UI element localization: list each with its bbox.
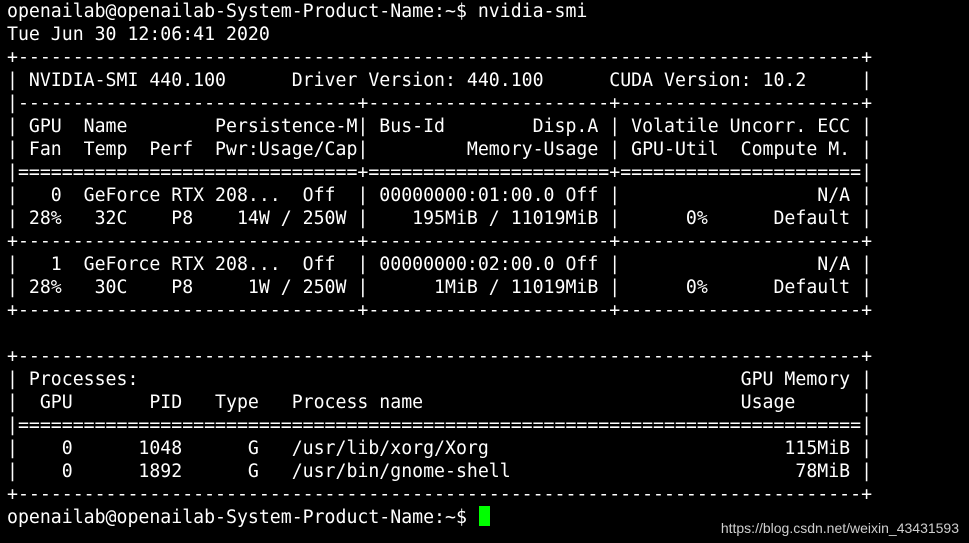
process-row: | 0 1892 G /usr/bin/gnome-shell 78MiB | [7,461,873,482]
version-line: | NVIDIA-SMI 440.100 Driver Version: 440… [7,70,873,91]
gpu-0-row-2: | 28% 32C P8 14W / 250W | 195MiB / 11019… [7,208,873,229]
watermark: https://blog.csdn.net/weixin_43431593 [720,520,959,536]
gpu-header-row-2: | Fan Temp Perf Pwr:Usage/Cap| Memory-Us… [7,139,873,160]
gpu-header-row-1: | GPU Name Persistence-M| Bus-Id Disp.A … [7,116,873,137]
terminal-window[interactable]: openailab@openailab-System-Product-Name:… [0,0,969,543]
prompt-line[interactable]: openailab@openailab-System-Product-Name:… [7,506,490,529]
shell-prompt: openailab@openailab-System-Product-Name:… [7,507,478,528]
gpu-1-row-1: | 1 GeForce RTX 208... Off | 00000000:02… [7,254,873,275]
command-line: openailab@openailab-System-Product-Name:… [7,1,588,22]
table-divider: |-------------------------------+-------… [7,93,873,114]
timestamp-line: Tue Jun 30 12:06:41 2020 [7,24,270,45]
gpu-0-row-1: | 0 GeForce RTX 208... Off | 00000000:01… [7,185,873,206]
table-border-top: +---------------------------------------… [7,47,873,68]
process-header-1: | Processes: GPU Memory | [7,369,873,390]
process-header-2: | GPU PID Type Process name Usage | [7,392,873,413]
process-border-bottom: +---------------------------------------… [7,484,873,505]
table-border-bottom: +-------------------------------+-------… [7,300,873,321]
gpu-1-row-2: | 28% 30C P8 1W / 250W | 1MiB / 11019MiB… [7,277,873,298]
header-separator: |===============================+=======… [7,162,873,183]
process-separator: |=======================================… [7,415,873,436]
process-border-top: +---------------------------------------… [7,346,873,367]
table-divider: +-------------------------------+-------… [7,231,873,252]
process-row: | 0 1048 G /usr/lib/xorg/Xorg 115MiB | [7,438,873,459]
text-cursor [478,506,490,526]
